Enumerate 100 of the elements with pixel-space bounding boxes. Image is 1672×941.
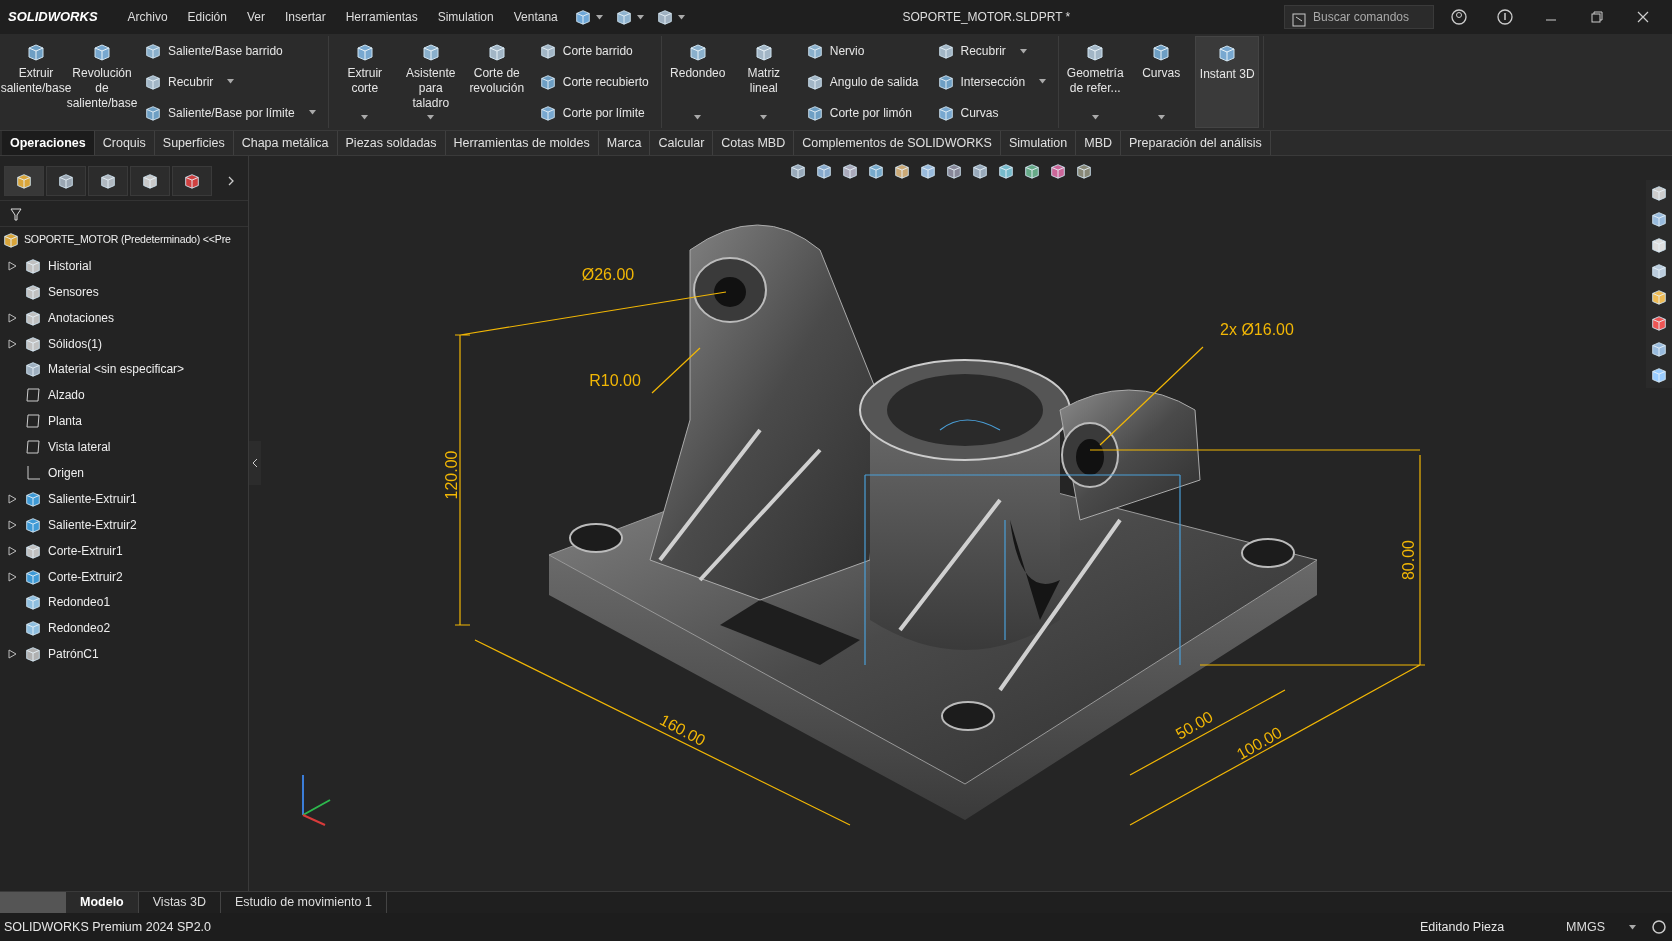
expand-arrow-icon[interactable]: [7, 649, 17, 660]
ribbon-button[interactable]: Curvas: [1129, 36, 1194, 128]
ribbon-button[interactable]: Redondeo: [665, 36, 730, 128]
menu-item[interactable]: Herramientas: [337, 8, 426, 26]
cube-icon: [1085, 42, 1106, 62]
tree-item[interactable]: Alzado: [48, 386, 85, 405]
tab[interactable]: Operaciones: [2, 131, 95, 155]
tree-item[interactable]: Redondeo1: [48, 593, 111, 612]
view-tool-icon[interactable]: [919, 162, 937, 180]
expand-arrow-icon[interactable]: [7, 493, 17, 504]
task-pane-icon[interactable]: [1650, 340, 1668, 358]
task-pane-icon[interactable]: [1650, 262, 1668, 280]
tree-item[interactable]: Redondeo2: [48, 619, 111, 638]
search-icon: [1292, 10, 1306, 28]
collapse-handle[interactable]: [249, 441, 261, 485]
panel-tab[interactable]: [172, 166, 212, 196]
part-icon: [2, 230, 20, 249]
expand-arrow-icon[interactable]: [7, 260, 17, 271]
feature-icon: [24, 541, 42, 560]
menu-item[interactable]: Ventana: [505, 8, 566, 26]
expand-arrow-icon[interactable]: [7, 571, 17, 582]
restore-icon[interactable]: [1588, 8, 1606, 26]
view-tool-icon[interactable]: [1023, 162, 1041, 180]
cube-icon: [92, 42, 112, 62]
ribbon-button[interactable]: Angulo de salida: [801, 71, 923, 93]
panel-tab[interactable]: [4, 166, 44, 196]
menu-item[interactable]: Simulation: [429, 8, 502, 26]
tree-item[interactable]: Sólidos(1): [48, 334, 103, 353]
toggle-button[interactable]: Instant 3D: [1195, 36, 1260, 128]
tree-item[interactable]: Historial: [48, 256, 92, 275]
ribbon-button[interactable]: Saliente/Base por límite: [140, 101, 320, 124]
feature-icon: [24, 308, 42, 327]
expand-arrow-icon[interactable]: [7, 338, 17, 349]
units-dropdown[interactable]: MMGS: [1552, 917, 1650, 937]
tree-item[interactable]: Material <sin especificar>: [48, 360, 185, 379]
tree-item[interactable]: Sensores: [48, 282, 99, 301]
tab[interactable]: Modelo: [66, 892, 139, 913]
ribbon-button[interactable]: Geometría de refer...: [1063, 36, 1128, 128]
search-field[interactable]: Buscar comandos: [1284, 5, 1434, 29]
cube-icon: [1151, 42, 1172, 62]
caret-icon: [595, 14, 603, 20]
task-pane-icon[interactable]: [1650, 366, 1668, 384]
tree-item[interactable]: Saliente-Extruir1: [48, 489, 137, 508]
dimension-label: R10.00: [589, 372, 641, 389]
feature-icon: [24, 334, 42, 353]
ribbon-button[interactable]: Matriz lineal: [731, 36, 796, 128]
ribbon-button[interactable]: Corte barrido: [534, 40, 653, 63]
panel-tab[interactable]: [88, 166, 128, 196]
ribbon-button[interactable]: Corte por límite: [534, 101, 653, 124]
tree-item[interactable]: Planta: [48, 412, 83, 431]
menu-item[interactable]: Insertar: [276, 8, 334, 26]
cube-icon: [99, 172, 117, 190]
expand-arrow-icon[interactable]: [7, 312, 17, 323]
tree-item[interactable]: Corte-Extruir2: [48, 567, 123, 586]
view-tool-icon[interactable]: [893, 162, 911, 180]
tree-item[interactable]: Corte-Extruir1: [48, 541, 123, 560]
task-pane-icon[interactable]: [1650, 236, 1668, 254]
view-tool-icon[interactable]: [1075, 162, 1093, 180]
ribbon-button[interactable]: Recubrir: [932, 40, 1051, 63]
view-tool-icon[interactable]: [1049, 162, 1067, 180]
cube-icon: [1217, 43, 1238, 63]
view-tool-icon[interactable]: [841, 162, 859, 180]
cube-icon: [183, 172, 201, 190]
menu-item[interactable]: Archivo: [119, 8, 176, 26]
tree-item[interactable]: Origen: [48, 463, 85, 482]
ribbon-button[interactable]: Curvas: [932, 101, 1051, 124]
panel-tab[interactable]: [46, 166, 86, 196]
ribbon-button[interactable]: Corte recubierto: [534, 71, 653, 93]
ribbon-button[interactable]: Saliente/Base barrido: [140, 40, 320, 63]
view-tool-icon[interactable]: [971, 162, 989, 180]
task-pane-icon[interactable]: [1650, 314, 1668, 332]
panel-tab[interactable]: [130, 166, 170, 196]
tree-item[interactable]: Vista lateral: [48, 438, 111, 457]
view-tool-icon[interactable]: [815, 162, 833, 180]
cube-icon: [753, 42, 774, 62]
view-tool-icon[interactable]: [997, 162, 1015, 180]
ribbon-button[interactable]: Recubrir: [140, 71, 320, 93]
expand-arrow-icon[interactable]: [7, 519, 17, 530]
view-tool-icon[interactable]: [789, 162, 807, 180]
chevron-right-icon[interactable]: [226, 175, 236, 187]
view-tool-icon[interactable]: [867, 162, 885, 180]
task-pane-icon[interactable]: [1650, 210, 1668, 228]
ribbon-button[interactable]: Corte de revolución: [464, 36, 529, 128]
user-icon[interactable]: [1450, 8, 1468, 26]
menu-item[interactable]: Ver: [238, 8, 273, 26]
tree-item[interactable]: PatrónC1: [48, 645, 99, 664]
menu-item[interactable]: Edición: [179, 8, 235, 26]
task-pane-icon[interactable]: [1650, 288, 1668, 306]
view-tool-icon[interactable]: [945, 162, 963, 180]
ribbon-button[interactable]: Intersección: [932, 71, 1051, 93]
tree-item[interactable]: Anotaciones: [48, 308, 115, 327]
ribbon-button[interactable]: Asistente para taladro: [398, 36, 463, 128]
tree-item[interactable]: Saliente-Extruir2: [48, 515, 137, 534]
ribbon-button[interactable]: Extruir corte: [332, 36, 397, 128]
help-icon[interactable]: [1496, 8, 1514, 26]
filter-icon[interactable]: [8, 205, 24, 222]
task-pane-icon[interactable]: [1650, 184, 1668, 202]
expand-arrow-icon[interactable]: [7, 545, 17, 556]
ribbon-button[interactable]: Nervio: [801, 40, 923, 63]
ribbon-button[interactable]: Corte por limón: [801, 101, 923, 124]
